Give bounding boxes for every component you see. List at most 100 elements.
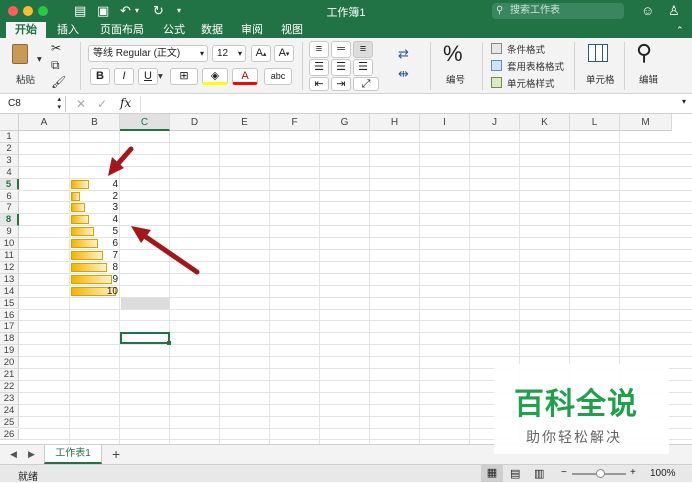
font-name-select[interactable]: 等线 Regular (正文) ▾ [88, 45, 208, 62]
row-header-6[interactable]: 6 [0, 190, 19, 203]
paste-dropdown-icon[interactable]: ▾ [37, 54, 42, 65]
align-right-button[interactable]: ☰ [353, 59, 373, 76]
active-cell-c8[interactable] [120, 332, 170, 344]
row-header-1[interactable]: 1 [0, 131, 19, 143]
cell-value-b7[interactable]: 3 [70, 203, 118, 213]
font-color-button[interactable]: A [232, 68, 258, 85]
align-left-button[interactable]: ☰ [309, 59, 329, 76]
tab-page-layout[interactable]: 页面布局 [94, 22, 150, 38]
name-box[interactable]: C8 ▴ ▾ [4, 96, 66, 112]
decrease-indent-button[interactable]: ⇤ [309, 77, 329, 91]
font-size-select[interactable]: 12 ▾ [212, 45, 246, 62]
increase-font-button[interactable]: A▴ [251, 45, 271, 62]
cell-value-b11[interactable]: 7 [70, 251, 118, 261]
row-header-22[interactable]: 22 [0, 380, 19, 393]
conditional-format-button[interactable]: 条件格式 [491, 42, 571, 56]
formula-input[interactable] [140, 96, 675, 112]
underline-dropdown-icon[interactable]: ▾ [158, 71, 163, 82]
cell-value-b12[interactable]: 8 [70, 262, 118, 273]
zoom-slider[interactable] [572, 469, 626, 478]
row-header-8[interactable]: 8 [0, 214, 19, 227]
column-header-l[interactable]: L [570, 114, 620, 131]
format-painter-icon[interactable]: 🖌 [51, 75, 66, 89]
row-header-16[interactable]: 16 [0, 309, 19, 322]
row-header-26[interactable]: 26 [0, 428, 19, 441]
add-sheet-icon[interactable]: + [112, 446, 120, 462]
decrease-font-button[interactable]: A▾ [274, 45, 294, 62]
highlighted-cell-c5[interactable] [121, 298, 169, 309]
next-sheet-icon[interactable]: ▶ [28, 449, 35, 460]
row-header-5[interactable]: 5 [0, 178, 19, 191]
row-header-24[interactable]: 24 [0, 404, 19, 417]
confirm-icon[interactable]: ✓ [97, 97, 107, 111]
tab-review[interactable]: 审阅 [236, 22, 268, 38]
cell-value-b14[interactable]: 10 [70, 286, 118, 297]
column-header-j[interactable]: J [470, 114, 520, 131]
prev-sheet-icon[interactable]: ◀ [10, 449, 17, 460]
underline-button[interactable]: U [138, 68, 158, 85]
row-header-13[interactable]: 13 [0, 273, 19, 286]
cell-value-b6[interactable]: 2 [70, 191, 118, 202]
column-header-k[interactable]: K [520, 114, 570, 131]
expand-formula-icon[interactable]: ▾ [682, 97, 686, 106]
smiley-icon[interactable]: ☺ [641, 3, 654, 19]
normal-view-icon[interactable]: ▦ [481, 465, 503, 482]
collapse-ribbon-icon[interactable]: ⌃ [676, 22, 684, 38]
cells-button[interactable]: 单元格 [580, 42, 618, 88]
bold-button[interactable]: B [90, 68, 110, 85]
row-header-18[interactable]: 18 [0, 333, 19, 346]
increase-indent-button[interactable]: ⇥ [331, 77, 351, 91]
tab-view[interactable]: 视图 [276, 22, 308, 38]
merge-cells-icon[interactable]: ⇹ [398, 66, 409, 82]
align-middle-button[interactable]: ═ [331, 41, 351, 58]
fill-color-button[interactable]: ◈ [202, 68, 228, 85]
column-header-h[interactable]: H [370, 114, 420, 131]
row-header-12[interactable]: 12 [0, 261, 19, 274]
row-header-15[interactable]: 15 [0, 297, 19, 310]
tab-insert[interactable]: 插入 [52, 22, 84, 38]
tab-formulas[interactable]: 公式 [158, 22, 190, 38]
column-header-a[interactable]: A [19, 114, 70, 131]
zoom-slider-thumb[interactable] [596, 469, 605, 478]
fill-handle[interactable] [167, 341, 171, 345]
align-center-button[interactable]: ☰ [331, 59, 351, 76]
search-input[interactable]: ⚲ 搜索工作表 [492, 3, 624, 19]
column-header-g[interactable]: G [320, 114, 370, 131]
row-header-10[interactable]: 10 [0, 238, 19, 250]
row-header-11[interactable]: 11 [0, 250, 19, 262]
align-top-button[interactable]: ≡ [309, 41, 329, 58]
tab-home[interactable]: 开始 [6, 22, 46, 38]
share-person-icon[interactable]: ♙ [668, 3, 680, 19]
cell-value-b10[interactable]: 6 [70, 239, 118, 249]
row-header-7[interactable]: 7 [0, 202, 19, 215]
select-all-corner[interactable] [0, 114, 19, 131]
cancel-icon[interactable]: ✕ [76, 97, 86, 111]
cell-value-b8[interactable]: 4 [70, 215, 118, 225]
row-header-17[interactable]: 17 [0, 321, 19, 334]
zoom-in-icon[interactable]: + [630, 467, 636, 478]
row-header-2[interactable]: 2 [0, 142, 19, 155]
cut-icon[interactable]: ✂ [51, 41, 61, 55]
column-header-e[interactable]: E [220, 114, 270, 131]
table-format-button[interactable]: 套用表格格式 [491, 59, 571, 73]
tab-data[interactable]: 数据 [196, 22, 228, 38]
zoom-out-icon[interactable]: − [561, 467, 567, 478]
column-header-d[interactable]: D [170, 114, 220, 131]
borders-button[interactable]: ⊞ [170, 68, 198, 85]
row-header-23[interactable]: 23 [0, 392, 19, 405]
column-header-m[interactable]: M [620, 114, 672, 131]
cell-value-b13[interactable]: 9 [70, 274, 118, 285]
insert-function-icon[interactable]: fx [120, 96, 131, 110]
column-header-c[interactable]: C [120, 114, 170, 131]
cell-value-b9[interactable]: 5 [70, 227, 118, 237]
row-header-3[interactable]: 3 [0, 154, 19, 167]
number-format-button[interactable]: % 编号 [437, 42, 475, 88]
italic-button[interactable]: I [114, 68, 134, 85]
column-header-f[interactable]: F [270, 114, 320, 131]
wrap-text-icon[interactable]: ⇄ [398, 46, 409, 62]
row-header-25[interactable]: 25 [0, 416, 19, 429]
page-break-view-icon[interactable]: ▥ [534, 467, 544, 480]
row-header-4[interactable]: 4 [0, 166, 19, 179]
sheet-tab-1[interactable]: 工作表1 [44, 445, 102, 464]
cell-value-b5[interactable]: 4 [70, 179, 118, 190]
